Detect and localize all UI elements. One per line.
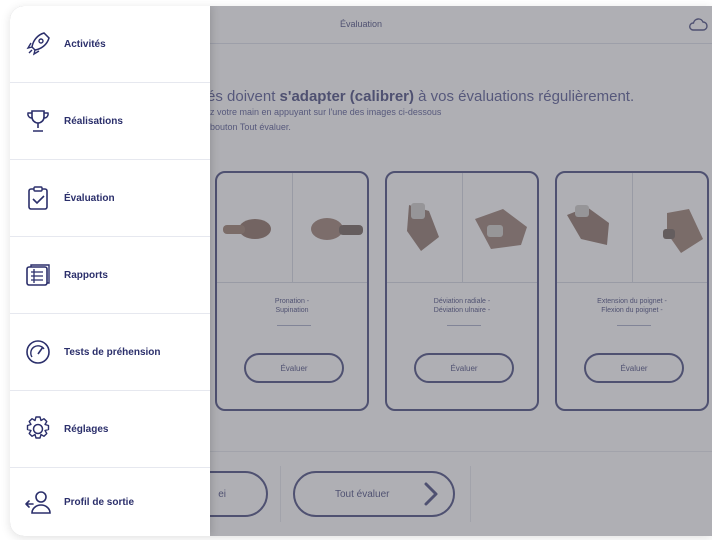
- menu-item-label: Évaluation: [64, 192, 115, 204]
- gear-icon: [24, 415, 52, 443]
- side-drawer-menu: Activités Réalisations Évaluation Rappor…: [10, 6, 210, 536]
- card-label-secondary: Déviation ulnaire -: [433, 307, 491, 314]
- card-label-primary: Déviation radiale -: [433, 298, 491, 305]
- trophy-icon: [24, 107, 52, 135]
- card-divider: [447, 325, 481, 326]
- cloud-sync-icon[interactable]: [688, 16, 708, 34]
- assessment-card[interactable]: Extension du poignet - Flexion du poigne…: [555, 171, 709, 411]
- menu-item-activities[interactable]: Activités: [10, 6, 210, 83]
- footer-separator: [280, 466, 281, 522]
- menu-item-label: Activités: [64, 38, 106, 50]
- instruction-line-1: z votre main en appuyant sur l'une des i…: [210, 107, 442, 117]
- menu-item-evaluation[interactable]: Évaluation: [10, 160, 210, 237]
- menu-item-label: Tests de préhension: [64, 346, 161, 358]
- evaluate-button[interactable]: Évaluer: [244, 353, 344, 383]
- hand-photo: [217, 173, 293, 282]
- card-label-primary: Extension du poignet -: [597, 298, 667, 305]
- card-label-secondary: Supination: [275, 307, 309, 314]
- menu-item-reports[interactable]: Rapports: [10, 237, 210, 314]
- report-list-icon: [24, 261, 52, 289]
- menu-item-label: Profil de sortie: [64, 496, 135, 508]
- assessment-card[interactable]: Déviation radiale - Déviation ulnaire - …: [385, 171, 539, 411]
- instruction-line-2: bouton Tout évaluer.: [210, 122, 291, 132]
- chevron-right-icon: [424, 482, 438, 506]
- evaluate-button[interactable]: Évaluer: [414, 353, 514, 383]
- hand-photo: [633, 173, 708, 282]
- menu-item-label: Rapports: [64, 269, 108, 281]
- menu-item-achievements[interactable]: Réalisations: [10, 83, 210, 160]
- user-exit-icon: [24, 488, 52, 516]
- menu-item-label: Réalisations: [64, 115, 123, 127]
- instruction-headline: vités doivent s'adapter (calibrer) à vos…: [192, 88, 635, 105]
- card-divider: [277, 325, 311, 326]
- device-frame: Évaluation vités doivent s'adapter (cali…: [10, 6, 712, 536]
- evaluate-all-button[interactable]: Tout évaluer: [293, 471, 455, 517]
- menu-item-label: Réglages: [64, 423, 109, 435]
- card-label-primary: Pronation -: [274, 298, 310, 305]
- screen-title: Évaluation: [340, 19, 383, 29]
- menu-item-exit-profile[interactable]: Profil de sortie: [10, 468, 210, 536]
- footer-separator: [470, 466, 471, 522]
- hand-photo: [557, 173, 633, 282]
- assessment-card[interactable]: Pronation - Supination Évaluer: [215, 171, 369, 411]
- evaluate-button[interactable]: Évaluer: [584, 353, 684, 383]
- card-photos: [217, 173, 367, 283]
- card-divider: [617, 325, 651, 326]
- hand-photo: [463, 173, 538, 282]
- menu-item-grip-tests[interactable]: Tests de préhension: [10, 314, 210, 391]
- card-photos: [557, 173, 707, 283]
- gauge-icon: [24, 338, 52, 366]
- rocket-icon: [24, 30, 52, 58]
- menu-item-settings[interactable]: Réglages: [10, 391, 210, 468]
- evaluate-all-label: Tout évaluer: [335, 488, 390, 500]
- hand-photo: [293, 173, 368, 282]
- card-photos: [387, 173, 537, 283]
- card-label-secondary: Flexion du poignet -: [601, 307, 663, 314]
- clipboard-check-icon: [24, 184, 52, 212]
- hand-photo: [387, 173, 463, 282]
